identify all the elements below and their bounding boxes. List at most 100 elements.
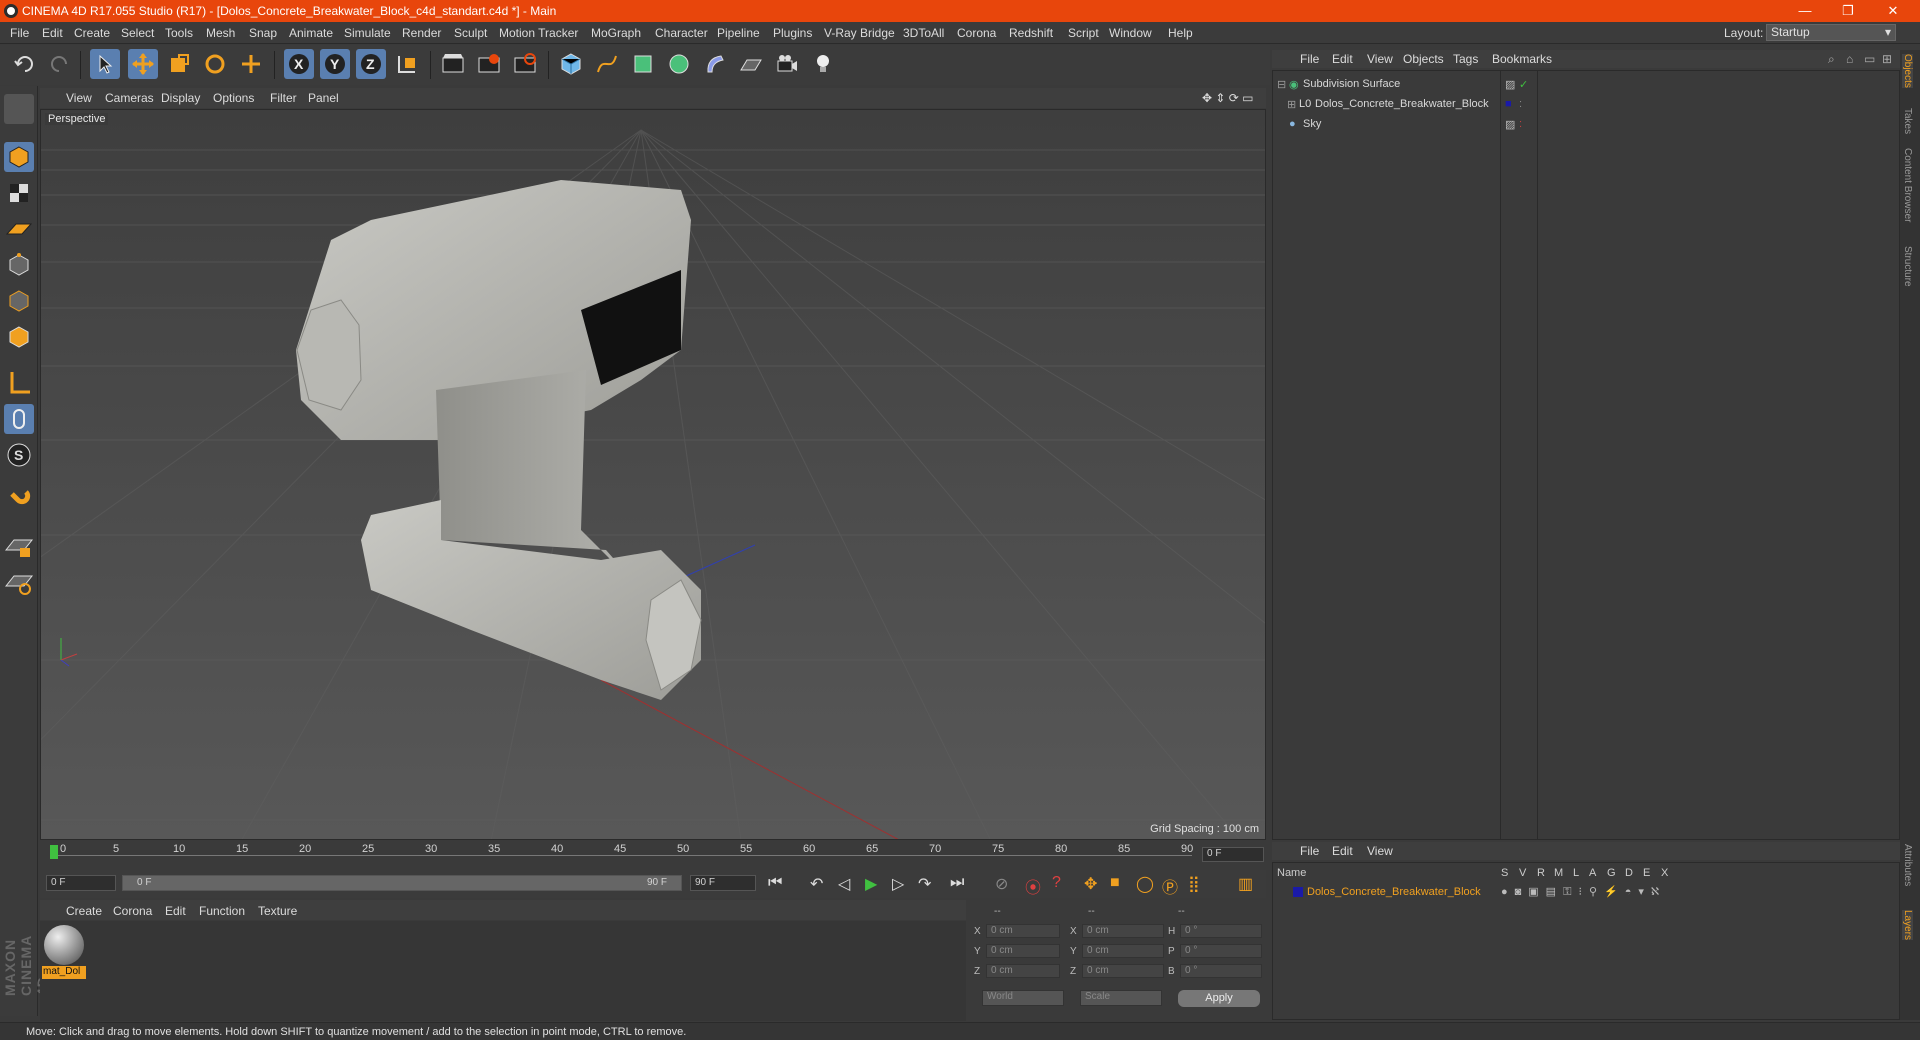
next-key-icon[interactable]: ↷ <box>918 874 931 894</box>
menu-simulate[interactable]: Simulate <box>344 26 391 40</box>
tweak-icon[interactable] <box>4 404 34 434</box>
viewport-menu-view[interactable]: View <box>66 91 92 105</box>
objects-menu-file[interactable]: File <box>1300 52 1319 66</box>
tab-structure[interactable]: Structure <box>1902 246 1913 287</box>
menu-character[interactable]: Character <box>655 26 708 40</box>
close-button[interactable]: ✕ <box>1878 2 1908 20</box>
edges-mode-icon[interactable] <box>4 286 34 316</box>
layer-slot-icon[interactable]: ▨ <box>1505 118 1515 131</box>
menu-script[interactable]: Script <box>1068 26 1099 40</box>
viewport-menu-options[interactable]: Options <box>213 91 254 105</box>
prev-key-icon[interactable]: ↶ <box>810 874 823 894</box>
step-forward-icon[interactable]: ▷ <box>892 874 904 894</box>
key-position-icon[interactable]: ✥ <box>1084 874 1097 894</box>
material-menu-texture[interactable]: Texture <box>258 904 297 918</box>
snap-magnet-icon[interactable] <box>4 486 34 516</box>
rotation-h-field[interactable]: 0 ° <box>1180 924 1262 938</box>
layer-toggles-icon[interactable]: ●◙▣▤⚿⁝⚲⚡◓▾ℵ <box>1501 885 1666 899</box>
viewport-nav-icon[interactable]: ✥ ⇕ ⟳ ▭ <box>1202 91 1254 105</box>
material-item[interactable]: mat_Dol <box>42 925 86 979</box>
menu-edit[interactable]: Edit <box>42 26 63 40</box>
collapse-icon[interactable]: ⊟ <box>1277 78 1286 91</box>
render-view-icon[interactable] <box>438 49 468 79</box>
enabled-check-icon[interactable]: ✓ <box>1519 78 1528 91</box>
menu-3dtoall[interactable]: 3DToAll <box>903 26 944 40</box>
restore-button[interactable]: ❐ <box>1833 2 1863 20</box>
light-icon[interactable] <box>808 49 838 79</box>
key-parameter-icon[interactable]: Ⓟ <box>1162 874 1178 898</box>
start-frame-field[interactable]: 0 F <box>46 875 116 891</box>
layers-menu-edit[interactable]: Edit <box>1332 844 1353 858</box>
panel-options-icon[interactable]: ⊞ <box>1882 52 1892 66</box>
render-settings-icon[interactable] <box>510 49 540 79</box>
cube-icon[interactable] <box>556 49 586 79</box>
move-icon[interactable] <box>128 49 158 79</box>
search-icon[interactable]: ⌕ <box>1828 52 1835 67</box>
menu-create[interactable]: Create <box>74 26 110 40</box>
lock-workplane-icon[interactable] <box>4 532 34 562</box>
redo-icon[interactable] <box>44 49 74 79</box>
viewport-menu-cameras[interactable]: Cameras <box>105 91 154 105</box>
key-rotation-icon[interactable]: ◯ <box>1136 874 1154 894</box>
menu-tools[interactable]: Tools <box>165 26 193 40</box>
viewport-menu-panel[interactable]: Panel <box>308 91 339 105</box>
layer-row[interactable]: Dolos_Concrete_Breakwater_Block ●◙▣▤⚿⁝⚲⚡… <box>1273 885 1901 901</box>
render-picture-viewer-icon[interactable] <box>474 49 504 79</box>
solo-icon[interactable] <box>4 568 34 598</box>
autokey-icon[interactable]: ⦿ <box>1025 874 1041 898</box>
subdivision-icon[interactable] <box>628 49 658 79</box>
current-frame-field[interactable]: 0 F <box>1202 847 1264 862</box>
floor-icon[interactable] <box>736 49 766 79</box>
menu-plugins[interactable]: Plugins <box>773 26 812 40</box>
undo-icon[interactable] <box>10 49 40 79</box>
objects-menu-objects[interactable]: Objects <box>1403 52 1444 66</box>
menu-mograph[interactable]: MoGraph <box>591 26 641 40</box>
menu-sculpt[interactable]: Sculpt <box>454 26 487 40</box>
polygons-mode-icon[interactable] <box>4 322 34 352</box>
layer-slot-icon[interactable]: ▨ <box>1505 78 1515 91</box>
viewport-camera-label[interactable]: Perspective <box>45 113 109 125</box>
tab-attributes[interactable]: Attributes <box>1902 844 1913 886</box>
home-icon[interactable]: ⌂ <box>1846 52 1853 66</box>
menu-snap[interactable]: Snap <box>249 26 277 40</box>
layers-menu-file[interactable]: File <box>1300 844 1319 858</box>
key-pla-icon[interactable]: ⣿ <box>1188 874 1200 894</box>
playhead[interactable] <box>50 845 58 859</box>
layout-lock-icon[interactable]: ▭ <box>1864 52 1875 66</box>
position-x-field[interactable]: 0 cm <box>986 924 1060 938</box>
layer-color-swatch[interactable] <box>1293 887 1303 897</box>
coordinate-system-icon[interactable] <box>392 49 422 79</box>
workplane-icon[interactable] <box>4 214 34 244</box>
axis-icon[interactable] <box>4 368 34 398</box>
position-z-field[interactable]: 0 cm <box>986 964 1060 978</box>
points-mode-icon[interactable] <box>4 250 34 280</box>
objects-menu-edit[interactable]: Edit <box>1332 52 1353 66</box>
size-y-field[interactable]: 0 cm <box>1082 944 1164 958</box>
viewport[interactable]: Perspective Grid Spacing : 100 cm <box>40 109 1266 840</box>
visibility-dots-icon[interactable]: : <box>1519 118 1522 130</box>
objects-menu-tags[interactable]: Tags <box>1453 52 1478 66</box>
object-row[interactable]: ● Sky ▨ : <box>1273 115 1901 133</box>
key-scale-icon[interactable]: ■ <box>1110 874 1120 892</box>
visibility-dots-icon[interactable]: : <box>1519 98 1522 110</box>
coordinate-space-select[interactable]: World <box>982 990 1064 1006</box>
position-y-field[interactable]: 0 cm <box>986 944 1060 958</box>
viewport-menu-filter[interactable]: Filter <box>270 91 297 105</box>
object-row[interactable]: ⊞ L0 Dolos_Concrete_Breakwater_Block ■ : <box>1273 95 1901 113</box>
object-row[interactable]: ⊟ ◉ Subdivision Surface ▨ ✓ <box>1273 75 1901 93</box>
array-icon[interactable] <box>664 49 694 79</box>
scale-icon[interactable] <box>164 49 194 79</box>
material-menu-function[interactable]: Function <box>199 904 245 918</box>
tab-objects[interactable]: Objects <box>1902 54 1913 88</box>
size-z-field[interactable]: 0 cm <box>1082 964 1164 978</box>
menu-window[interactable]: Window <box>1109 26 1152 40</box>
timeline-window-icon[interactable]: ▥ <box>1238 874 1253 894</box>
goto-end-icon[interactable]: ⏭ <box>950 874 964 892</box>
tab-layers[interactable]: Layers <box>1902 910 1913 941</box>
menu-animate[interactable]: Animate <box>289 26 333 40</box>
layer-color-icon[interactable]: ■ <box>1505 98 1512 110</box>
material-menu-edit[interactable]: Edit <box>165 904 186 918</box>
z-axis-icon[interactable]: Z <box>356 49 386 79</box>
menu-file[interactable]: File <box>10 26 29 40</box>
expand-icon[interactable]: ⊞ <box>1287 98 1296 111</box>
